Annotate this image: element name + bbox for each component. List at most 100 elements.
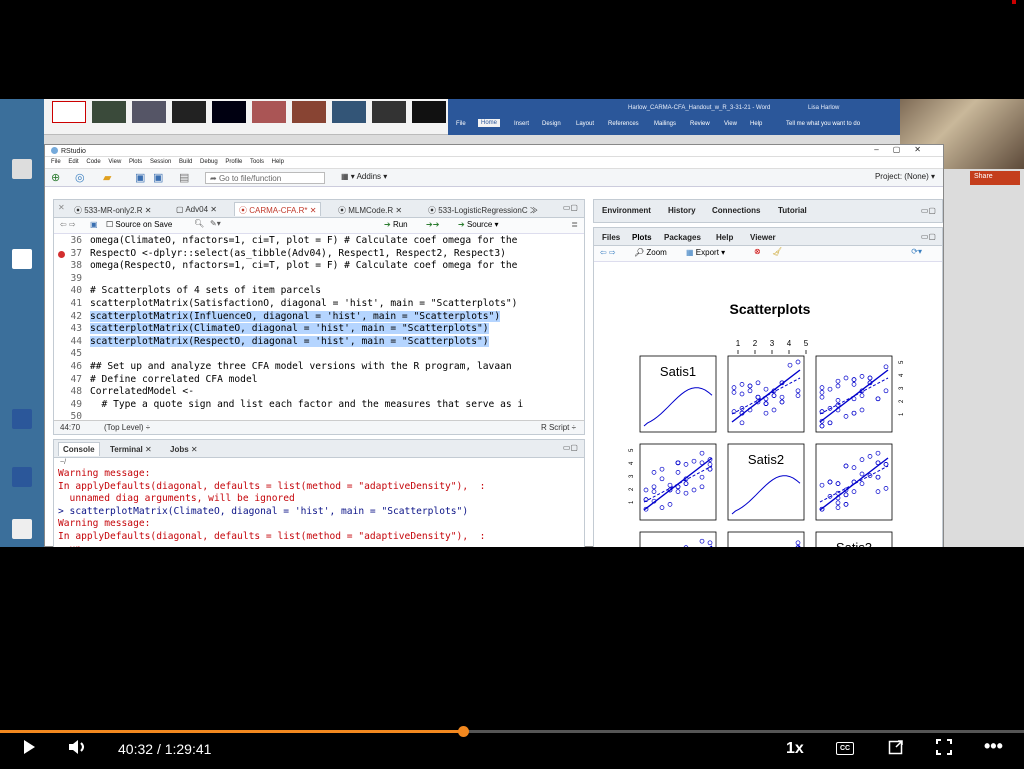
new-file-icon[interactable]: ⊕ bbox=[51, 171, 60, 184]
outline-icon[interactable]: ≣ bbox=[571, 220, 578, 229]
rerun-icon[interactable]: ➔➔ bbox=[426, 220, 439, 229]
file-type-selector[interactable]: R Script ÷ bbox=[541, 423, 576, 432]
volume-button[interactable] bbox=[68, 739, 90, 760]
menu-session[interactable]: Session bbox=[150, 159, 171, 165]
code-editor[interactable]: 36 omega(ClimateO, nfactors=1, ci=T, plot… bbox=[54, 235, 584, 421]
tab-plots[interactable]: Plots bbox=[632, 233, 652, 242]
word-tab[interactable]: Insert bbox=[514, 121, 529, 127]
code-line[interactable]: 45 bbox=[54, 348, 584, 361]
menu-plots[interactable]: Plots bbox=[129, 159, 142, 165]
code-line[interactable]: 48 CorrelatedModel <- bbox=[54, 386, 584, 399]
code-line[interactable]: 37 RespectO <-dplyr::select(as_tibble(Adv… bbox=[54, 248, 584, 261]
back-forward-icon[interactable]: ⇦ ⇨ bbox=[60, 220, 76, 229]
word-tab[interactable]: References bbox=[608, 121, 639, 127]
console-output[interactable]: Warning message: In applyDefaults(diagon… bbox=[54, 468, 584, 547]
tab-source-file-active[interactable]: ⦿ CARMA-CFA.R* ✕ bbox=[234, 202, 322, 216]
source-button[interactable]: ➔ Source ▾ bbox=[458, 220, 499, 229]
scope-selector[interactable]: (Top Level) ÷ bbox=[104, 423, 150, 432]
pane-min-icon[interactable]: ▭▢ bbox=[921, 232, 936, 241]
tab-nav-icon[interactable]: ✕ bbox=[58, 203, 65, 212]
tab-help[interactable]: Help bbox=[716, 233, 733, 242]
code-line[interactable]: 36 omega(ClimateO, nfactors=1, ci=T, plot… bbox=[54, 235, 584, 248]
print-icon[interactable]: ▤ bbox=[179, 171, 189, 184]
broom-icon[interactable]: 🧹︎ bbox=[772, 247, 782, 256]
menu-tools[interactable]: Tools bbox=[250, 159, 264, 165]
code-line-selected[interactable]: 42 scatterplotMatrix(InfluenceO, diagonal… bbox=[54, 310, 584, 324]
word-tab[interactable]: Home bbox=[478, 119, 501, 127]
word-tab[interactable]: Mailings bbox=[654, 121, 676, 127]
tab-packages[interactable]: Packages bbox=[664, 233, 701, 242]
tab-console[interactable]: Console bbox=[58, 442, 100, 456]
word-tab[interactable]: Design bbox=[542, 121, 561, 127]
code-line-selected[interactable]: 43 scatterplotMatrix(ClimateO, diagonal =… bbox=[54, 323, 584, 336]
code-line[interactable]: 39 bbox=[54, 273, 584, 286]
code-line[interactable]: 41 scatterplotMatrix(SatisfactionO, diago… bbox=[54, 298, 584, 311]
share-button[interactable]: Share bbox=[970, 171, 1020, 185]
save-icon[interactable]: ▣ bbox=[135, 171, 145, 184]
code-line[interactable]: 38 omega(RespectO, nfactors=1, ci=T, plot… bbox=[54, 260, 584, 273]
pane-min-icon[interactable]: ▭▢ bbox=[921, 206, 936, 215]
pane-min-icon[interactable]: ▭▢ bbox=[563, 443, 578, 452]
playback-speed-button[interactable]: 1x bbox=[786, 740, 804, 758]
menu-build[interactable]: Build bbox=[179, 159, 192, 165]
tab-viewer[interactable]: Viewer bbox=[750, 233, 776, 242]
more-options-button[interactable]: ••• bbox=[984, 736, 1003, 757]
wand-icon[interactable]: ✎▾ bbox=[210, 219, 221, 228]
word-tab[interactable]: File bbox=[456, 121, 466, 127]
addins-menu[interactable]: ▦ ▾ Addins ▾ bbox=[341, 172, 387, 181]
window-controls[interactable]: –▢✕ bbox=[874, 145, 935, 154]
tab-terminal[interactable]: Terminal ✕ bbox=[106, 443, 156, 456]
save-all-icon[interactable]: ▣ bbox=[153, 171, 163, 184]
play-button[interactable] bbox=[22, 739, 36, 760]
tab-history[interactable]: History bbox=[668, 206, 696, 215]
code-line[interactable]: 40 # Scatterplots of 4 sets of item parce… bbox=[54, 285, 584, 298]
word-tab[interactable]: Layout bbox=[576, 121, 594, 127]
seek-handle[interactable] bbox=[458, 726, 470, 737]
menu-help[interactable]: Help bbox=[272, 159, 284, 165]
fullscreen-button[interactable] bbox=[936, 739, 952, 760]
open-file-icon[interactable]: ▰ bbox=[103, 171, 111, 184]
search-icon[interactable]: 🔍︎ bbox=[194, 219, 204, 228]
scatter-point bbox=[875, 450, 881, 456]
tab-tutorial[interactable]: Tutorial bbox=[778, 206, 807, 215]
word-tab[interactable]: Review bbox=[690, 121, 710, 127]
run-button[interactable]: ➔ Run bbox=[384, 220, 408, 229]
save-file-icon[interactable]: ▣ bbox=[90, 220, 98, 229]
code-line[interactable]: 47 # Define correlated CFA model bbox=[54, 374, 584, 387]
pane-min-icon[interactable]: ▭▢ bbox=[563, 203, 578, 212]
project-menu[interactable]: Project: (None) ▾ bbox=[875, 172, 935, 181]
menu-profile[interactable]: Profile bbox=[225, 159, 242, 165]
tab-source-file[interactable]: ⦿ 533-MR-only2.R ✕ bbox=[70, 203, 155, 217]
goto-file-input[interactable]: ➦ Go to file/function bbox=[205, 172, 325, 184]
breakpoint-icon[interactable] bbox=[58, 250, 65, 258]
menu-edit[interactable]: Edit bbox=[68, 159, 78, 165]
zoom-button[interactable]: 🔎︎ Zoom bbox=[634, 248, 667, 257]
source-on-save-checkbox[interactable]: ☐ Source on Save bbox=[106, 220, 172, 229]
tab-connections[interactable]: Connections bbox=[712, 206, 760, 215]
tab-source-file[interactable]: ⦿ MLMCode.R ✕ bbox=[334, 203, 406, 217]
menu-view[interactable]: View bbox=[108, 159, 121, 165]
captions-button[interactable]: CC bbox=[836, 742, 854, 755]
seek-bar[interactable] bbox=[0, 726, 1024, 737]
video-frame[interactable]: Harlow_CARMA-CFA_Handout_w_R_3-31-21 - W… bbox=[0, 99, 1024, 547]
back-forward-icon[interactable]: ⇦ ⇨ bbox=[600, 248, 616, 257]
menu-code[interactable]: Code bbox=[86, 159, 100, 165]
tab-source-file[interactable]: ▢ Adv04 ✕ bbox=[172, 203, 221, 217]
refresh-icon[interactable]: ⟳▾ bbox=[911, 247, 922, 256]
code-line[interactable]: 46 ## Set up and analyze three CFA model … bbox=[54, 361, 584, 374]
code-line-selected[interactable]: 44 scatterplotMatrix(RespectO, diagonal =… bbox=[54, 335, 584, 349]
new-project-icon[interactable]: ◎ bbox=[75, 171, 85, 184]
word-tab[interactable]: View bbox=[724, 121, 737, 127]
tab-environment[interactable]: Environment bbox=[602, 206, 651, 215]
word-tab[interactable]: Help bbox=[750, 121, 762, 127]
word-search[interactable]: Tell me what you want to do bbox=[786, 121, 860, 127]
menu-file[interactable]: File bbox=[51, 159, 61, 165]
code-line[interactable]: 49 # Type a quote sign and list each fac… bbox=[54, 399, 584, 412]
popout-button[interactable] bbox=[888, 739, 904, 760]
export-button[interactable]: ▦ Export ▾ bbox=[686, 248, 725, 257]
tab-jobs[interactable]: Jobs ✕ bbox=[166, 443, 202, 456]
tab-files[interactable]: Files bbox=[602, 233, 620, 242]
remove-plot-icon[interactable]: ⊗ bbox=[754, 247, 761, 256]
menu-debug[interactable]: Debug bbox=[200, 159, 218, 165]
tab-source-file[interactable]: ⦿ 533-LogisticRegressionC ≫ bbox=[424, 203, 542, 217]
